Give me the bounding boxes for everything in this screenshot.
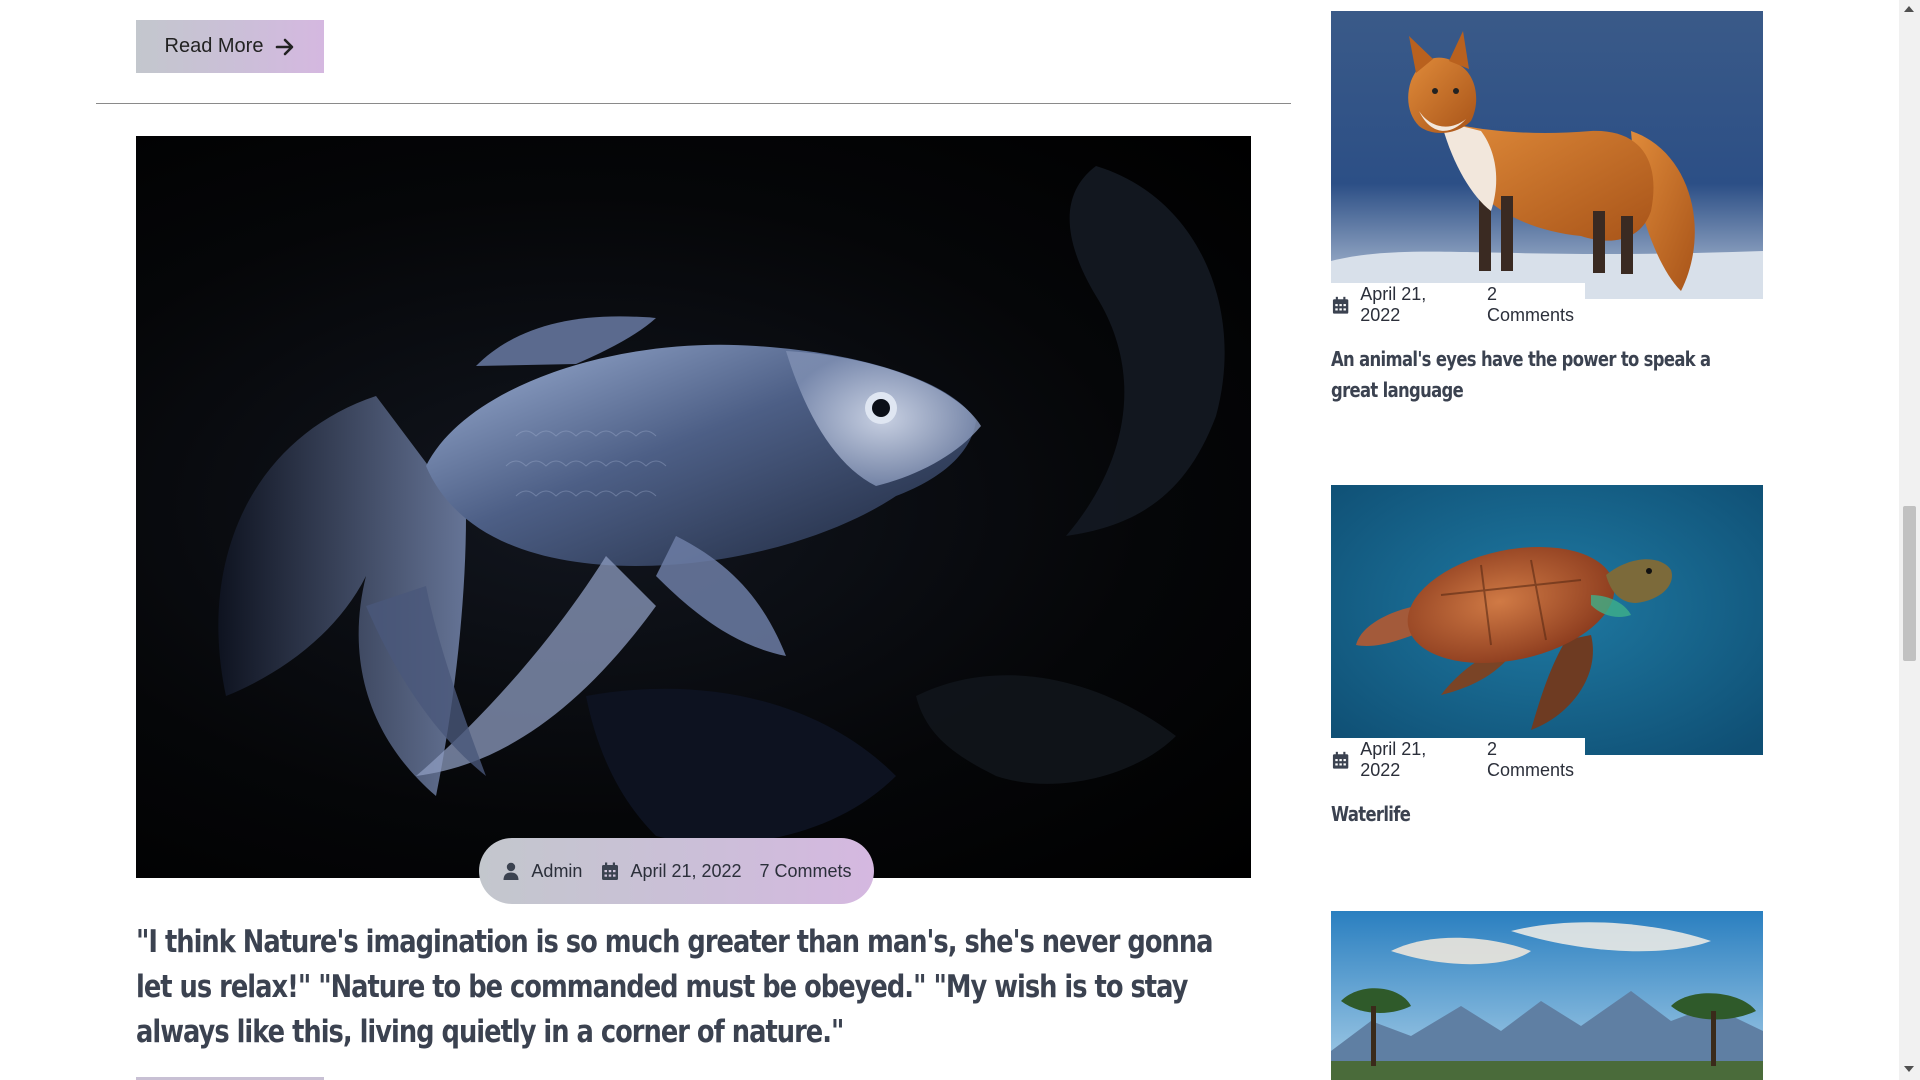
card-title[interactable]: Waterlife xyxy=(1331,799,1741,830)
scroll-down-arrow-icon[interactable] xyxy=(1904,1066,1914,1072)
card-image-turtle[interactable] xyxy=(1331,485,1763,755)
post-divider xyxy=(96,103,1291,104)
read-more-button[interactable]: Read More xyxy=(136,20,324,73)
page: Read More Admin April 21, 2022 7 Commets… xyxy=(0,0,1899,1080)
scrollbar-thumb[interactable] xyxy=(1903,506,1916,661)
scroll-up-arrow-icon[interactable] xyxy=(1904,6,1914,12)
card-title[interactable]: An animal's eyes have the power to speak… xyxy=(1331,344,1741,406)
card-meta: April 21, 2022 2 Comments xyxy=(1331,738,1585,782)
sidebar-card: April 21, 2022 2 Comments Waterlife xyxy=(1331,485,1763,865)
sidebar-card xyxy=(1331,911,1763,1080)
post-comments[interactable]: 7 Commets xyxy=(760,861,852,882)
card-comments[interactable]: 2 Comments xyxy=(1487,739,1585,781)
post-date-text: April 21, 2022 xyxy=(630,860,742,881)
post-comments-text: 7 Commets xyxy=(759,860,852,881)
post-author[interactable]: Admin xyxy=(501,861,582,882)
post-date[interactable]: April 21, 2022 xyxy=(600,860,742,882)
card-image-landscape[interactable] xyxy=(1331,911,1763,1080)
post-meta: Admin April 21, 2022 7 Commets xyxy=(479,838,874,904)
card-meta: April 21, 2022 2 Comments xyxy=(1331,283,1585,327)
arrow-right-icon xyxy=(276,38,294,55)
card-date[interactable]: April 21, 2022 xyxy=(1360,284,1467,326)
calendar-icon xyxy=(1332,296,1349,314)
post-author-name: Admin xyxy=(531,860,583,881)
calendar-icon xyxy=(1332,751,1349,769)
card-comments[interactable]: 2 Comments xyxy=(1487,284,1585,326)
user-icon xyxy=(503,862,519,880)
post-title[interactable]: "I think Nature's imagination is so much… xyxy=(136,920,1232,1055)
calendar-icon xyxy=(602,862,619,880)
card-image-fox[interactable] xyxy=(1331,11,1763,299)
page-scrollbar[interactable] xyxy=(1899,0,1920,1080)
sidebar-card: April 21, 2022 2 Comments An animal's ey… xyxy=(1331,11,1763,411)
post-featured-image[interactable] xyxy=(136,136,1251,878)
card-date[interactable]: April 21, 2022 xyxy=(1360,739,1467,781)
read-more-label: Read More xyxy=(164,35,264,57)
